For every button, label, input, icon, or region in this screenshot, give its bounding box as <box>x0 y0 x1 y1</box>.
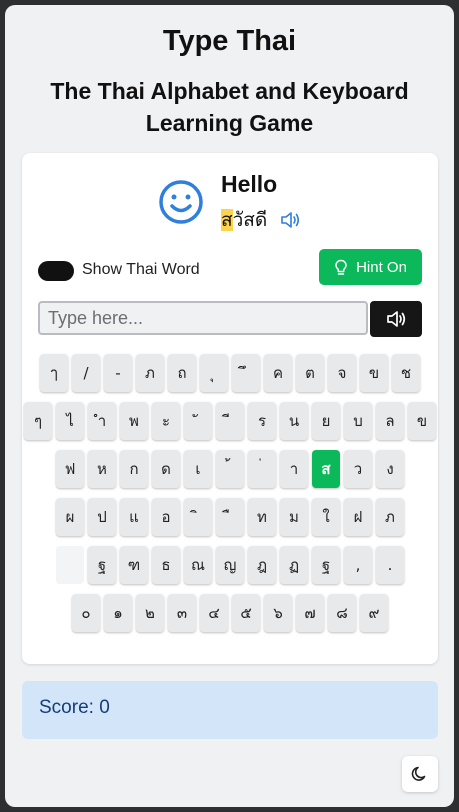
keyboard-key[interactable]: ฟ <box>56 450 84 488</box>
keyboard-row: ๐๑๒๓๔๕๖๗๘๙ <box>22 594 438 632</box>
keyboard-row: ผปแอิืทมใฝภ <box>22 498 438 536</box>
keyboard-row: ฐฑธณญฎฏฐ,. <box>22 546 438 584</box>
keyboard-key[interactable]: แ <box>120 498 148 536</box>
keyboard-key[interactable]: ฑ <box>120 546 148 584</box>
keyboard-key[interactable]: ต <box>296 354 324 392</box>
show-thai-word-label: Show Thai Word <box>82 261 200 278</box>
keyboard-key[interactable]: ว <box>344 450 372 488</box>
keyboard-key[interactable]: ข <box>360 354 388 392</box>
moon-icon <box>411 766 426 781</box>
thai-word: สวัสดี <box>221 205 267 235</box>
keyboard-key[interactable]: ภ <box>136 354 164 392</box>
keyboard-key[interactable]: พ <box>120 402 148 440</box>
english-word: Hello <box>221 171 278 197</box>
keyboard-key[interactable]: ำ <box>88 402 116 440</box>
type-input[interactable] <box>38 301 368 335</box>
keyboard-key[interactable]: ข <box>408 402 436 440</box>
keyboard-key[interactable]: ฏ <box>280 546 308 584</box>
keyboard-key[interactable]: า <box>280 450 308 488</box>
keyboard-key[interactable]: ๅ <box>40 354 68 392</box>
theme-toggle-button[interactable] <box>402 756 438 792</box>
app-title: Type Thai <box>162 25 297 57</box>
keyboard-key[interactable]: ป <box>88 498 116 536</box>
keyboard-key[interactable]: จ <box>328 354 356 392</box>
speaker-icon <box>387 311 406 327</box>
keyboard-key[interactable]: ช <box>392 354 420 392</box>
keyboard-key[interactable]: น <box>280 402 308 440</box>
keyboard-key[interactable]: ฐ <box>312 546 340 584</box>
keyboard-key[interactable]: - <box>104 354 132 392</box>
keyboard-key[interactable]: ้ <box>216 450 244 488</box>
keyboard-key[interactable]: ด <box>152 450 180 488</box>
keyboard-key[interactable]: ๕ <box>232 594 260 632</box>
keyboard-key[interactable]: ส <box>312 450 340 488</box>
score-panel: Score: 0 <box>22 681 438 739</box>
keyboard-key[interactable]: ั <box>184 402 212 440</box>
hint-button[interactable]: Hint On <box>319 249 422 285</box>
keyboard-key[interactable]: ๖ <box>264 594 292 632</box>
keyboard-key[interactable]: ๓ <box>168 594 196 632</box>
keyboard-key[interactable]: ถ <box>168 354 196 392</box>
keyboard-key[interactable]: ฝ <box>344 498 372 536</box>
hint-button-label: Hint On <box>356 258 407 276</box>
speaker-icon[interactable] <box>280 211 300 229</box>
keyboard-key[interactable]: ท <box>248 498 276 536</box>
keyboard-key[interactable]: ธ <box>152 546 180 584</box>
keyboard-key[interactable]: ึ <box>232 354 260 392</box>
keyboard-key[interactable]: ไ <box>56 402 84 440</box>
keyboard-key[interactable]: ุ <box>200 354 228 392</box>
keyboard-key[interactable]: ห <box>88 450 116 488</box>
keyboard-key[interactable]: ๔ <box>200 594 228 632</box>
keyboard-key[interactable] <box>56 546 84 584</box>
keyboard-key[interactable]: ม <box>280 498 308 536</box>
keyboard-key[interactable]: ่ <box>248 450 276 488</box>
keyboard-key[interactable]: ณ <box>184 546 212 584</box>
keyboard-key[interactable]: ๙ <box>360 594 388 632</box>
keyboard-row: ฟหกดเ้่าสวง <box>22 450 438 488</box>
keyboard-key[interactable]: ฎ <box>248 546 276 584</box>
keyboard-row: ๆไำพะัีรนยบลข <box>22 402 438 440</box>
thai-word-rest: วัสดี <box>232 209 268 231</box>
game-card: Hello สวัสดี Show Thai Word Hint On ๅ/-ภ… <box>22 153 438 664</box>
keyboard-key[interactable]: ล <box>376 402 404 440</box>
keyboard-key[interactable]: , <box>344 546 372 584</box>
keyboard-key[interactable]: ๘ <box>328 594 356 632</box>
lightbulb-icon <box>335 259 347 275</box>
smiley-face-icon <box>159 180 203 224</box>
keyboard-key[interactable]: / <box>72 354 100 392</box>
keyboard-key[interactable]: ี <box>216 402 244 440</box>
current-letter-highlight: ส <box>221 209 233 231</box>
keyboard-key[interactable]: ๆ <box>24 402 52 440</box>
keyboard-row: ๅ/-ภถุึคตจขช <box>22 354 438 392</box>
keyboard-key[interactable]: ะ <box>152 402 180 440</box>
keyboard-key[interactable]: บ <box>344 402 372 440</box>
keyboard-key[interactable]: ิ <box>184 498 212 536</box>
keyboard-key[interactable]: ก <box>120 450 148 488</box>
keyboard-key[interactable]: ใ <box>312 498 340 536</box>
keyboard-key[interactable]: ค <box>264 354 292 392</box>
keyboard-key[interactable]: เ <box>184 450 212 488</box>
speak-button[interactable] <box>370 301 422 337</box>
keyboard-key[interactable]: อ <box>152 498 180 536</box>
app-subtitle: The Thai Alphabet and Keyboard Learning … <box>50 78 409 136</box>
keyboard-key[interactable]: ฐ <box>88 546 116 584</box>
keyboard-key[interactable]: . <box>376 546 404 584</box>
keyboard-key[interactable]: ญ <box>216 546 244 584</box>
page: Type Thai The Thai Alphabet and Keyboard… <box>5 5 454 807</box>
keyboard-key[interactable]: ผ <box>56 498 84 536</box>
keyboard-key[interactable]: ื <box>216 498 244 536</box>
keyboard-key[interactable]: ๐ <box>72 594 100 632</box>
keyboard-key[interactable]: ๑ <box>104 594 132 632</box>
keyboard-key[interactable]: ภ <box>376 498 404 536</box>
keyboard-key[interactable]: ง <box>376 450 404 488</box>
keyboard-key[interactable]: ย <box>312 402 340 440</box>
show-thai-word-toggle[interactable] <box>38 261 74 281</box>
keyboard-key[interactable]: ๗ <box>296 594 324 632</box>
keyboard-key[interactable]: ร <box>248 402 276 440</box>
keyboard-key[interactable]: ๒ <box>136 594 164 632</box>
